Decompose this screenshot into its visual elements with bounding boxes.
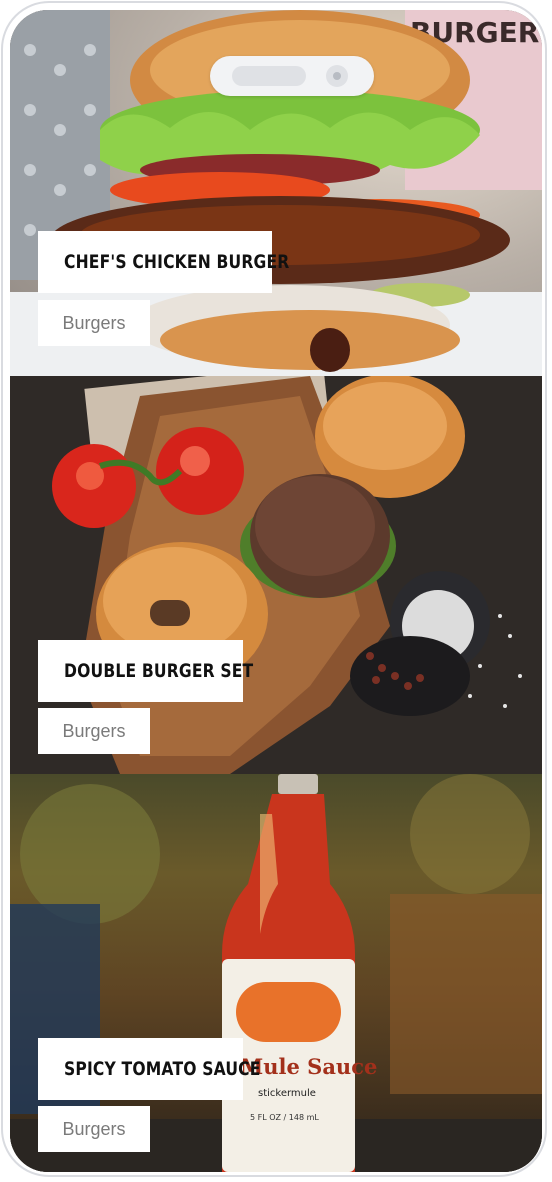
product-title-box[interactable]: CHEF'S CHICKEN BURGER — [38, 231, 289, 293]
category-tag-label[interactable]: Burgers — [62, 313, 125, 334]
phone-screen: BURGER KITCHEN CHEF'S CHICKEN BURGER Bur… — [10, 10, 542, 1172]
product-title[interactable]: SPICY TOMATO SAUCE — [64, 1058, 261, 1080]
speaker-pill — [232, 66, 306, 86]
category-tag[interactable]: Burgers — [38, 708, 150, 754]
camera-icon — [326, 65, 348, 87]
category-tag[interactable]: Burgers — [38, 1106, 150, 1152]
dynamic-island — [210, 56, 374, 96]
category-tag-label[interactable]: Burgers — [62, 721, 125, 742]
product-title-box[interactable]: SPICY TOMATO SAUCE — [38, 1038, 260, 1100]
sauce-maker-label: stickermule — [258, 1088, 316, 1099]
category-tag[interactable]: Burgers — [38, 300, 150, 346]
category-tag-label[interactable]: Burgers — [62, 1119, 125, 1140]
product-card-double-burger-set[interactable]: DOUBLE BURGER SET Burgers — [10, 376, 542, 774]
product-title-box[interactable]: DOUBLE BURGER SET — [38, 640, 253, 702]
product-title[interactable]: DOUBLE BURGER SET — [64, 660, 253, 682]
sauce-volume-label: 5 FL OZ / 148 mL — [250, 1113, 319, 1122]
product-title[interactable]: CHEF'S CHICKEN BURGER — [64, 251, 289, 273]
product-card-spicy-tomato-sauce[interactable]: Mule Sauce stickermule 5 FL OZ / 148 mL … — [10, 774, 542, 1172]
sauce-brand-label: Mule Sauce — [240, 1054, 377, 1079]
